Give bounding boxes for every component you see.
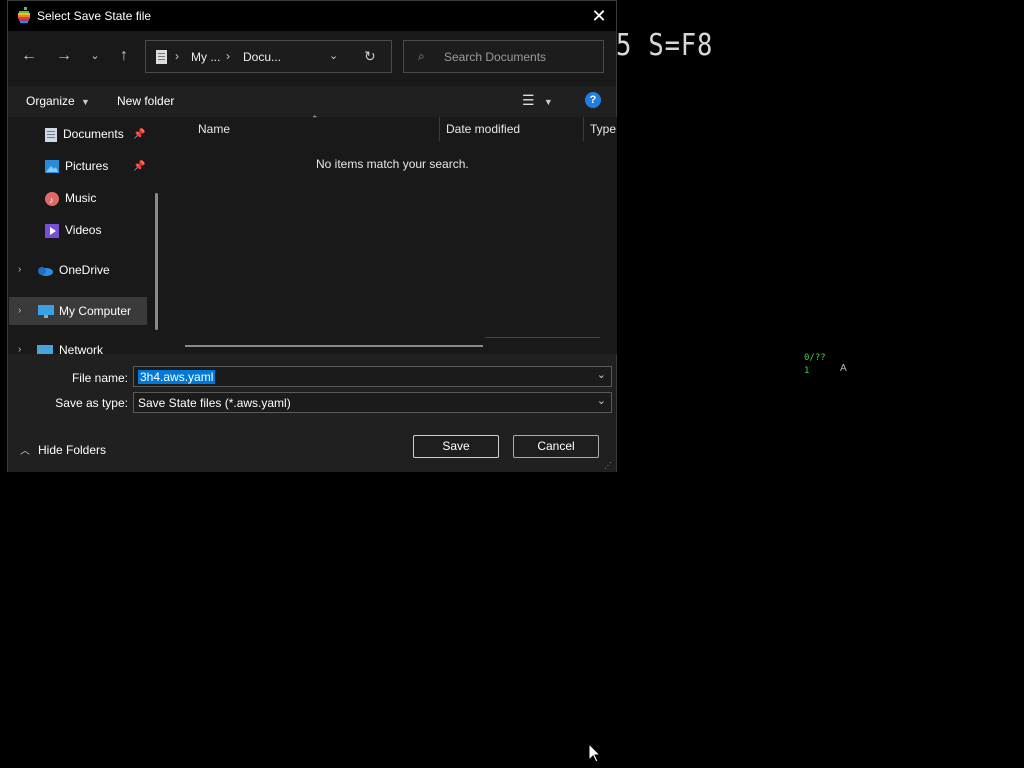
file-list bbox=[166, 117, 617, 354]
music-icon: ♪ bbox=[45, 191, 59, 206]
emulator-register-text: 5 S=F8 bbox=[616, 28, 714, 63]
back-arrow-icon[interactable]: ← bbox=[19, 46, 39, 66]
search-placeholder: Search Documents bbox=[444, 50, 547, 64]
sidebar-item-label: Pictures bbox=[65, 159, 109, 173]
view-options-button[interactable]: ☰ ▼ bbox=[522, 92, 553, 109]
dialog-title: Select Save State file bbox=[37, 9, 152, 23]
title-bar[interactable]: Select Save State file ✕ bbox=[8, 1, 616, 31]
new-folder-button[interactable]: New folder bbox=[117, 94, 174, 108]
column-header-name[interactable]: Name bbox=[198, 122, 230, 136]
file-name-label: File name: bbox=[71, 371, 128, 385]
up-arrow-icon[interactable]: ↑ bbox=[114, 46, 134, 66]
file-name-value: 3h4.aws.yaml bbox=[138, 370, 216, 384]
emulator-status-line2: 1 bbox=[804, 366, 810, 376]
close-button[interactable]: ✕ bbox=[588, 5, 610, 27]
file-name-input[interactable]: 3h4.aws.yaml ⌄ bbox=[133, 366, 612, 387]
sidebar-item-label: Documents bbox=[63, 127, 124, 141]
hide-folders-button[interactable]: ︿ Hide Folders bbox=[20, 442, 106, 457]
sidebar-item-onedrive[interactable]: OneDrive bbox=[37, 256, 110, 284]
column-divider[interactable] bbox=[439, 117, 440, 141]
network-icon bbox=[37, 344, 53, 354]
recent-locations-chevron-icon[interactable]: ⌄ bbox=[85, 46, 105, 66]
pin-icon: 📌 bbox=[133, 129, 146, 140]
sidebar-item-label: My Computer bbox=[59, 304, 132, 318]
sidebar-item-my-computer[interactable]: › My Computer bbox=[9, 297, 147, 325]
sidebar-item-documents[interactable]: Documents bbox=[45, 120, 124, 148]
sort-ascending-icon: ⌃ bbox=[311, 114, 319, 124]
emulator-status: 0/?? 1 bbox=[804, 352, 826, 378]
save-button[interactable]: Save bbox=[413, 435, 499, 458]
caret-down-icon: ▼ bbox=[81, 97, 90, 107]
organize-label: Organize bbox=[26, 94, 75, 108]
list-view-icon: ☰ bbox=[522, 92, 535, 108]
expand-chevron-icon[interactable]: › bbox=[18, 297, 21, 325]
sidebar-item-label: Music bbox=[65, 191, 97, 205]
onedrive-icon bbox=[38, 266, 53, 276]
column-divider[interactable] bbox=[583, 117, 584, 141]
document-icon bbox=[156, 50, 167, 64]
address-dropdown-icon[interactable]: ⌄ bbox=[329, 49, 338, 62]
chevron-down-icon[interactable]: ⌄ bbox=[597, 368, 606, 381]
sidebar-item-network[interactable]: Network bbox=[37, 336, 103, 354]
sidebar-item-videos[interactable]: Videos bbox=[45, 216, 101, 244]
save-type-label: Save as type: bbox=[55, 396, 128, 410]
svg-text:♪: ♪ bbox=[49, 195, 54, 205]
address-bar[interactable]: › My ... › Docu... ⌄ ↻ bbox=[145, 40, 392, 73]
sidebar-scrollbar[interactable] bbox=[155, 193, 158, 330]
emulator-status-letter: A bbox=[840, 363, 847, 374]
videos-icon bbox=[45, 223, 59, 238]
hide-folders-label: Hide Folders bbox=[38, 443, 107, 457]
breadcrumb-separator-icon: › bbox=[175, 49, 179, 63]
column-header-date-modified[interactable]: Date modified bbox=[446, 122, 520, 136]
breadcrumb-my-computer[interactable]: My ... bbox=[191, 50, 220, 64]
cancel-button[interactable]: Cancel bbox=[513, 435, 599, 458]
resize-grip-icon[interactable]: ⋰ bbox=[604, 461, 612, 470]
forward-arrow-icon[interactable]: → bbox=[54, 46, 74, 66]
refresh-icon[interactable]: ↻ bbox=[364, 48, 376, 65]
search-icon: ⌕ bbox=[418, 49, 425, 63]
search-box[interactable]: ⌕ Search Documents bbox=[403, 40, 604, 73]
pin-icon: 📌 bbox=[133, 161, 146, 172]
horizontal-scrollbar[interactable] bbox=[185, 345, 483, 347]
save-type-select[interactable]: Save State files (*.aws.yaml) ⌄ bbox=[133, 392, 612, 413]
breadcrumb-documents[interactable]: Docu... bbox=[243, 50, 281, 64]
divider bbox=[485, 337, 600, 338]
computer-icon bbox=[38, 305, 54, 318]
caret-down-icon: ▼ bbox=[543, 97, 553, 107]
expand-chevron-icon[interactable]: › bbox=[18, 264, 21, 275]
help-icon[interactable]: ? bbox=[585, 92, 601, 108]
pictures-icon bbox=[45, 160, 59, 174]
breadcrumb-separator-icon: › bbox=[226, 49, 230, 63]
chevron-down-icon[interactable]: ⌄ bbox=[597, 394, 606, 407]
save-type-value: Save State files (*.aws.yaml) bbox=[138, 396, 291, 410]
sidebar-item-pictures[interactable]: Pictures bbox=[45, 152, 108, 180]
apple-logo-icon bbox=[18, 7, 30, 23]
organize-button[interactable]: Organize ▼ bbox=[26, 94, 90, 108]
sidebar-item-label: Videos bbox=[65, 223, 102, 237]
chevron-up-icon: ︿ bbox=[20, 446, 30, 457]
sidebar-item-label: OneDrive bbox=[59, 263, 110, 277]
emulator-status-line1: 0/?? bbox=[804, 353, 826, 363]
empty-message: No items match your search. bbox=[316, 157, 469, 171]
documents-icon bbox=[45, 127, 57, 142]
mouse-cursor-icon bbox=[588, 743, 602, 763]
sidebar-item-label: Network bbox=[59, 343, 104, 354]
column-header-type[interactable]: Type bbox=[590, 122, 616, 136]
sidebar-item-music[interactable]: ♪ Music bbox=[45, 184, 96, 212]
